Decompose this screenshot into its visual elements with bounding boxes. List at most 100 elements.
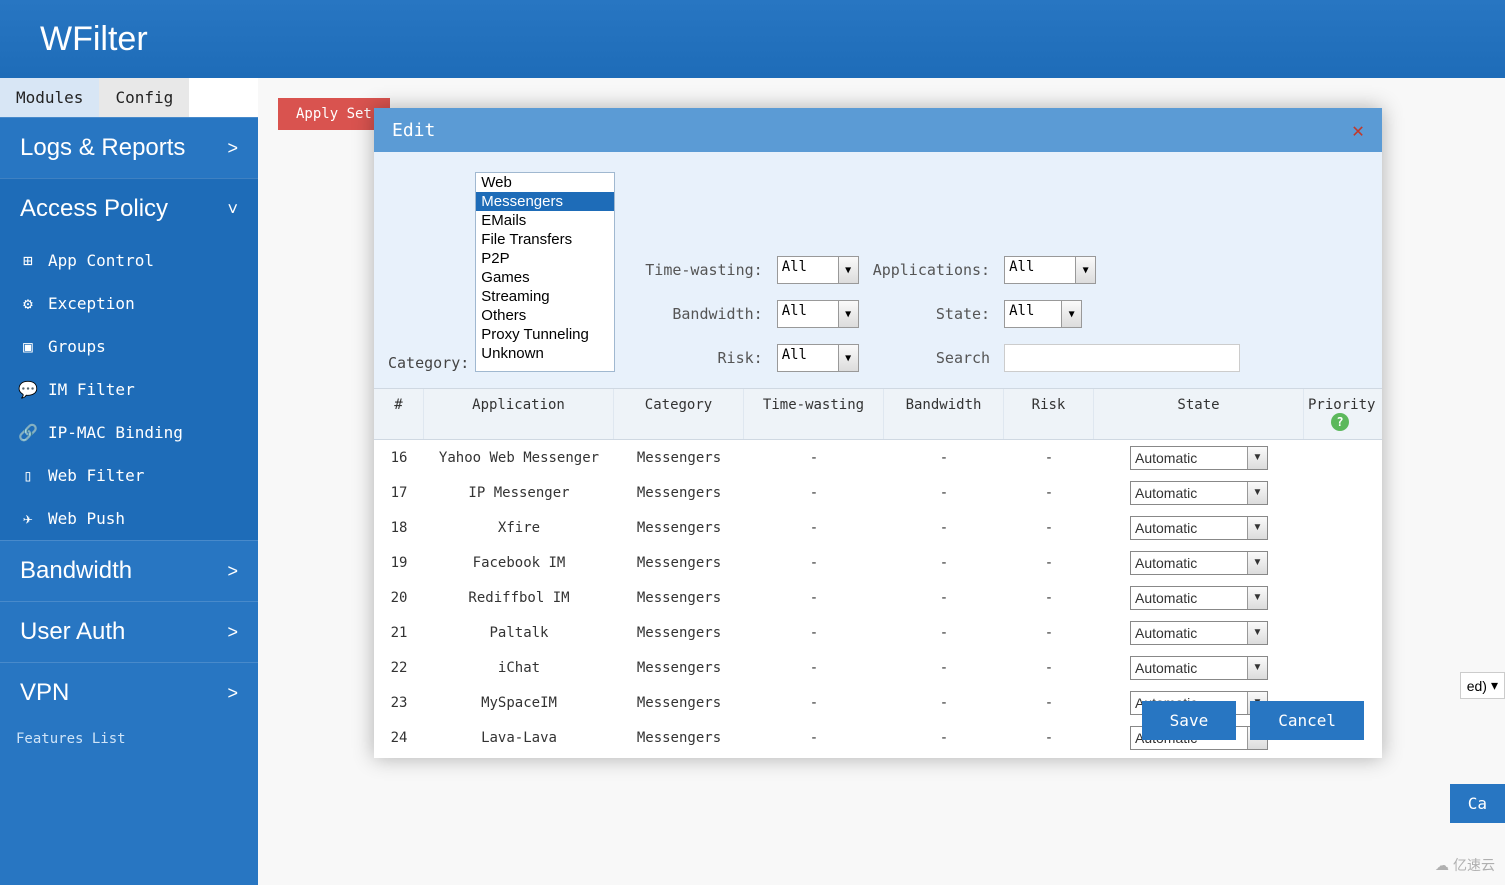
sidebar-item-web-filter[interactable]: ▯Web Filter [0, 454, 258, 497]
chevron-down-icon: ˅ [227, 199, 238, 220]
state-select[interactable]: Automatic▼ [1130, 551, 1268, 575]
state-select[interactable]: Automatic▼ [1130, 516, 1268, 540]
category-item[interactable]: Messengers [476, 192, 614, 211]
category-item[interactable]: Streaming [476, 287, 614, 306]
nav-access-policy[interactable]: Access Policy ˅ [0, 178, 258, 239]
state-select[interactable]: Automatic▼ [1130, 446, 1268, 470]
category-item[interactable]: P2P [476, 249, 614, 268]
risk-label: Risk: [645, 349, 762, 367]
sidebar-item-app-control[interactable]: ⊞App Control [0, 239, 258, 282]
features-list-link[interactable]: Features List [0, 723, 258, 755]
cell-state: Automatic▼ [1094, 656, 1304, 680]
table-row: 17IP MessengerMessengers---Automatic▼ [374, 475, 1382, 510]
dropdown-icon: ▼ [1247, 622, 1267, 644]
cell-cat: Messengers [614, 450, 744, 466]
applications-select[interactable]: All▼ [1004, 256, 1096, 284]
state-select[interactable]: Automatic▼ [1130, 586, 1268, 610]
category-listbox[interactable]: WebMessengersEMailsFile TransfersP2PGame… [475, 172, 615, 372]
applications-label: Applications: [873, 261, 990, 279]
col-category: Category [614, 389, 744, 439]
search-label: Search [873, 349, 990, 367]
chevron-right-icon: > [227, 683, 238, 704]
app-header: WFilter [0, 0, 1505, 78]
risk-select[interactable]: All▼ [777, 344, 859, 372]
category-item[interactable]: Games [476, 268, 614, 287]
sidebar-item-web-push[interactable]: ✈Web Push [0, 497, 258, 540]
cell-bw: - [884, 485, 1004, 501]
dropdown-icon: ▼ [1247, 482, 1267, 504]
help-icon[interactable]: ? [1331, 413, 1349, 431]
state-select[interactable]: All▼ [1004, 300, 1082, 328]
cell-tw: - [744, 660, 884, 676]
col-priority: Priority? [1304, 389, 1370, 439]
chat-icon: 💬 [18, 380, 38, 399]
cell-tw: - [744, 625, 884, 641]
col-time-wasting: Time-wasting [744, 389, 884, 439]
nav-user-auth[interactable]: User Auth > [0, 601, 258, 662]
table-row: 18XfireMessengers---Automatic▼ [374, 510, 1382, 545]
category-item[interactable]: Unknown [476, 344, 614, 363]
close-icon[interactable]: ✕ [1352, 118, 1364, 142]
save-button[interactable]: Save [1142, 701, 1237, 740]
sidebar-item-exception[interactable]: ⚙Exception [0, 282, 258, 325]
cell-bw: - [884, 660, 1004, 676]
background-cancel-button[interactable]: Ca [1450, 784, 1505, 823]
cell-num: 22 [374, 660, 424, 676]
tab-modules[interactable]: Modules [0, 78, 99, 117]
category-item[interactable]: Proxy Tunneling [476, 325, 614, 344]
dropdown-icon: ▼ [1247, 552, 1267, 574]
dropdown-icon: ▼ [1247, 657, 1267, 679]
gear-icon: ⚙ [18, 294, 38, 313]
cell-app: Rediffbol IM [424, 590, 614, 606]
partial-dropdown[interactable]: ed)▾ [1460, 672, 1505, 699]
send-icon: ✈ [18, 509, 38, 528]
cell-app: IP Messenger [424, 485, 614, 501]
cell-num: 18 [374, 520, 424, 536]
cell-bw: - [884, 625, 1004, 641]
cell-state: Automatic▼ [1094, 551, 1304, 575]
state-select[interactable]: Automatic▼ [1130, 621, 1268, 645]
cell-app: Facebook IM [424, 555, 614, 571]
nav-label: VPN [20, 679, 69, 707]
cell-risk: - [1004, 730, 1094, 746]
col-bandwidth: Bandwidth [884, 389, 1004, 439]
state-select[interactable]: Automatic▼ [1130, 656, 1268, 680]
sidebar-item-ip-mac-binding[interactable]: 🔗IP-MAC Binding [0, 411, 258, 454]
category-item[interactable]: Others [476, 306, 614, 325]
category-item[interactable]: File Transfers [476, 230, 614, 249]
col-application: Application [424, 389, 614, 439]
cell-app: MySpaceIM [424, 695, 614, 711]
cell-num: 24 [374, 730, 424, 746]
brand-title: WFilter [40, 20, 148, 59]
category-label: Category: [388, 354, 469, 372]
cell-bw: - [884, 730, 1004, 746]
nav-bandwidth[interactable]: Bandwidth > [0, 540, 258, 601]
cell-cat: Messengers [614, 625, 744, 641]
bandwidth-label: Bandwidth: [645, 305, 762, 323]
cell-cat: Messengers [614, 660, 744, 676]
state-select[interactable]: Automatic▼ [1130, 481, 1268, 505]
cell-risk: - [1004, 660, 1094, 676]
category-item[interactable]: EMails [476, 211, 614, 230]
category-item[interactable]: Web [476, 173, 614, 192]
col-num: # [374, 389, 424, 439]
cancel-button[interactable]: Cancel [1250, 701, 1364, 740]
time-wasting-select[interactable]: All▼ [777, 256, 859, 284]
nav-label: Access Policy [20, 195, 168, 223]
nav-logs-reports[interactable]: Logs & Reports > [0, 117, 258, 178]
cell-cat: Messengers [614, 555, 744, 571]
cell-tw: - [744, 730, 884, 746]
nav-vpn[interactable]: VPN > [0, 662, 258, 723]
nav-label: Bandwidth [20, 557, 132, 585]
cell-num: 17 [374, 485, 424, 501]
bandwidth-select[interactable]: All▼ [777, 300, 859, 328]
tab-config[interactable]: Config [99, 78, 189, 117]
sidebar-item-im-filter[interactable]: 💬IM Filter [0, 368, 258, 411]
search-input[interactable] [1004, 344, 1240, 372]
sidebar-item-groups[interactable]: ▣Groups [0, 325, 258, 368]
cell-app: Xfire [424, 520, 614, 536]
cell-bw: - [884, 555, 1004, 571]
cell-risk: - [1004, 625, 1094, 641]
table-row: 19Facebook IMMessengers---Automatic▼ [374, 545, 1382, 580]
page-icon: ▯ [18, 466, 38, 485]
